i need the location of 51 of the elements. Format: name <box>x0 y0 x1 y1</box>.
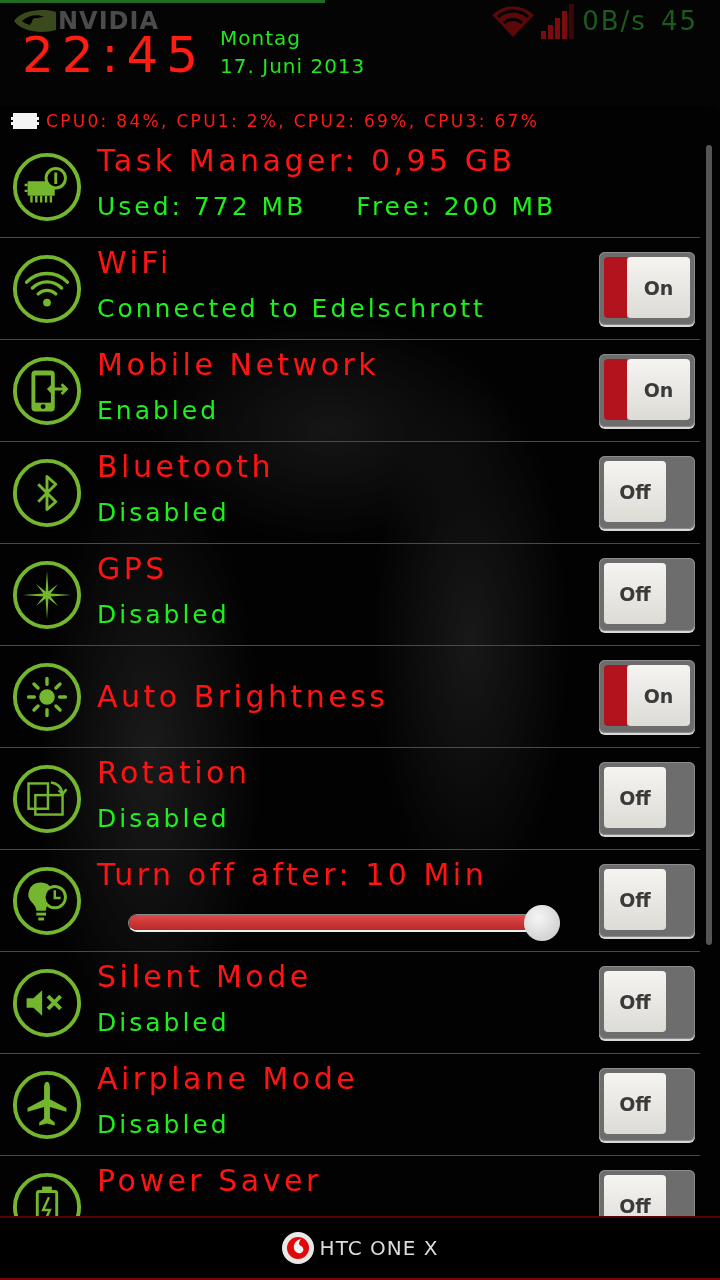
setting-title: Mobile Network <box>97 347 381 383</box>
network-speed: 0B/s <box>582 5 647 36</box>
used-memory: Used: 772 MB <box>97 192 307 222</box>
toggle-switch[interactable]: On <box>599 354 695 427</box>
battery-text: 45 <box>660 5 698 36</box>
setting-status: Connected to Edelschrott <box>97 294 487 324</box>
free-memory: Free: 200 MB <box>356 192 557 222</box>
weekday: Montag <box>220 25 303 52</box>
setting-status: Disabled <box>97 1110 231 1140</box>
eye-logo-icon <box>12 7 56 34</box>
rotate-icon <box>12 763 82 834</box>
setting-title: Rotation <box>97 755 252 791</box>
setting-title: Task Manager: 0,95 GB <box>97 143 517 179</box>
setting-title: GPS <box>97 551 169 587</box>
memory-chip-icon <box>12 151 82 222</box>
setting-title: Turn off after: 10 Min <box>97 857 489 893</box>
toggle-switch[interactable]: Off <box>599 762 695 835</box>
setting-status: Enabled <box>97 396 221 426</box>
setting-title: Auto Brightness <box>97 678 390 715</box>
toggle-switch[interactable]: Off <box>599 966 695 1039</box>
toggle-switch[interactable]: On <box>599 252 695 325</box>
setting-title: WiFi <box>97 245 173 281</box>
setting-title: Power Saver <box>97 1163 323 1199</box>
setting-title: Airplane Mode <box>97 1061 360 1097</box>
drop-logo-icon <box>281 1232 314 1264</box>
toggle-switch[interactable]: Off <box>599 864 695 937</box>
setting-title: Bluetooth <box>97 449 276 485</box>
cpu-usage: CPU0: 84%, CPU1: 2%, CPU2: 69%, CPU3: 67% <box>46 110 540 132</box>
signal-bars-icon <box>540 2 577 39</box>
toggle-switch[interactable]: On <box>599 660 695 733</box>
setting-status: Disabled <box>97 1008 231 1038</box>
slider-thumb[interactable] <box>524 905 560 941</box>
wifi-icon <box>12 253 82 324</box>
toggle-switch[interactable]: Off <box>599 456 695 529</box>
toggle-switch[interactable]: Off <box>599 1068 695 1141</box>
setting-title: Silent Mode <box>97 959 313 995</box>
airplane-icon <box>12 1069 82 1140</box>
chip-icon <box>10 112 40 130</box>
date: 17. Juni 2013 <box>220 53 366 80</box>
setting-status: Disabled <box>97 804 231 834</box>
setting-status: Disabled <box>97 498 231 528</box>
toggle-switch[interactable]: Off <box>599 558 695 631</box>
bulb-clock-icon <box>12 865 82 936</box>
device-name: HTC ONE X <box>319 1236 439 1260</box>
bluetooth-icon <box>12 457 82 528</box>
sun-icon <box>12 661 82 732</box>
speaker-muted-icon <box>12 967 82 1038</box>
phone-arrows-icon <box>12 355 82 426</box>
setting-status: Disabled <box>97 600 231 630</box>
timeout-slider[interactable] <box>128 905 560 941</box>
toggle-switch[interactable]: Off <box>599 1170 695 1216</box>
